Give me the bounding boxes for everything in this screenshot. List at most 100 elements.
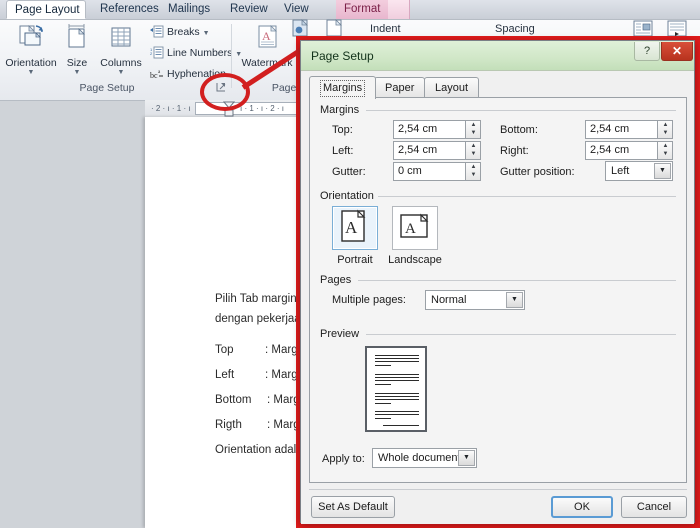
pages-group-caption: Pages bbox=[320, 274, 356, 286]
tab-paper-label: Paper bbox=[385, 82, 415, 94]
left-margin-stepper[interactable]: 2,54 cm ▲ ▼ bbox=[393, 141, 481, 160]
left-margin-label: Left: bbox=[332, 145, 354, 157]
columns-label: Columns bbox=[100, 57, 142, 69]
size-button[interactable]: Size ▼ bbox=[60, 23, 94, 76]
orientation-chevron-down-icon[interactable]: ▼ bbox=[4, 69, 58, 76]
right-margin-spin-down-icon[interactable]: ▼ bbox=[658, 150, 673, 158]
gutter-position-chevron-down-icon[interactable]: ▼ bbox=[654, 163, 671, 179]
gutter-spin-buttons[interactable]: ▲ ▼ bbox=[465, 163, 480, 180]
margins-tab-panel: Margins Top: 2,54 cm ▲ ▼ Bottom: 2,54 cm … bbox=[309, 97, 687, 483]
page-preview bbox=[365, 346, 427, 432]
ribbon-group-page-setup: Orientation ▼ Size ▼ Columns ▼ Breaks ▼ … bbox=[0, 19, 242, 97]
dialog-title-bar[interactable]: Page Setup ? ✕ bbox=[301, 41, 694, 71]
right-margin-spin-buttons[interactable]: ▲ ▼ bbox=[657, 142, 672, 159]
multiple-pages-select[interactable]: Normal ▼ bbox=[425, 290, 525, 310]
hyphenation-icon: bc a bbox=[150, 67, 164, 81]
spacing-label: Spacing bbox=[495, 23, 535, 35]
tab-margins[interactable]: Margins bbox=[309, 76, 377, 99]
doc-entry-left-key: Left bbox=[215, 369, 235, 381]
size-icon bbox=[60, 23, 94, 56]
set-as-default-button[interactable]: Set As Default bbox=[311, 496, 395, 518]
preview-group-caption: Preview bbox=[320, 328, 364, 340]
svg-text:A: A bbox=[405, 221, 416, 237]
bottom-margin-label: Bottom: bbox=[500, 124, 538, 136]
dialog-title-text: Page Setup bbox=[311, 49, 374, 63]
tab-mailings-label: Mailings bbox=[168, 3, 211, 15]
left-margin-value: 2,54 cm bbox=[398, 144, 438, 156]
breaks-icon bbox=[150, 25, 164, 39]
orientation-icon bbox=[4, 23, 58, 56]
ok-label: OK bbox=[574, 501, 590, 513]
page-color-icon bbox=[288, 19, 314, 42]
doc-entry-rigth-key: Rigth bbox=[215, 419, 242, 431]
top-margin-spin-up-icon[interactable]: ▲ bbox=[466, 121, 481, 129]
orientation-button[interactable]: Orientation ▼ bbox=[4, 23, 58, 76]
breaks-chevron-down-icon[interactable]: ▼ bbox=[203, 30, 210, 37]
top-margin-spin-down-icon[interactable]: ▼ bbox=[466, 129, 481, 137]
apply-to-label: Apply to: bbox=[322, 453, 365, 465]
breaks-button[interactable]: Breaks ▼ bbox=[150, 23, 210, 41]
page-setup-dialog[interactable]: Page Setup ? ✕ Margins Paper Layout Marg… bbox=[300, 40, 695, 524]
orientation-group-caption: Orientation bbox=[320, 190, 378, 202]
line-numbers-button[interactable]: 12 Line Numbers ▼ bbox=[150, 44, 242, 62]
right-margin-stepper[interactable]: 2,54 cm ▲ ▼ bbox=[585, 141, 673, 160]
top-margin-spin-buttons[interactable]: ▲ ▼ bbox=[465, 121, 480, 138]
cancel-button[interactable]: Cancel bbox=[621, 496, 687, 518]
orientation-landscape-label: Landscape bbox=[388, 254, 442, 266]
tab-format[interactable]: Format bbox=[336, 0, 389, 19]
tab-view[interactable]: View bbox=[276, 0, 317, 19]
columns-chevron-down-icon[interactable]: ▼ bbox=[96, 69, 146, 76]
tab-references[interactable]: References bbox=[92, 0, 167, 19]
bottom-margin-spin-buttons[interactable]: ▲ ▼ bbox=[657, 121, 672, 138]
size-chevron-down-icon[interactable]: ▼ bbox=[60, 69, 94, 76]
bottom-margin-spin-down-icon[interactable]: ▼ bbox=[658, 129, 673, 137]
doc-line-2: dengan pekerjaa bbox=[215, 313, 301, 325]
orientation-landscape-option[interactable]: A bbox=[392, 206, 438, 250]
tab-format-label: Format bbox=[344, 3, 381, 15]
top-margin-stepper[interactable]: 2,54 cm ▲ ▼ bbox=[393, 120, 481, 139]
orientation-portrait-label: Portrait bbox=[337, 254, 373, 266]
wrap-text-icon bbox=[664, 19, 690, 42]
tab-paper[interactable]: Paper bbox=[374, 77, 426, 98]
orientation-portrait-option[interactable]: A bbox=[332, 206, 378, 250]
apply-to-value: Whole document bbox=[378, 452, 461, 464]
doc-entry-top-key: Top bbox=[215, 344, 234, 356]
gutter-position-label: Gutter position: bbox=[500, 166, 575, 178]
svg-text:bc: bc bbox=[150, 71, 158, 80]
tab-layout[interactable]: Layout bbox=[424, 77, 480, 98]
dialog-body: Margins Paper Layout Margins Top: 2,54 c… bbox=[301, 71, 694, 524]
tab-page-layout[interactable]: Page Layout bbox=[6, 0, 86, 19]
breaks-label: Breaks bbox=[167, 26, 200, 38]
gutter-position-select[interactable]: Left ▼ bbox=[605, 161, 673, 181]
help-button[interactable]: ? bbox=[634, 42, 660, 61]
tab-mailings[interactable]: Mailings bbox=[160, 0, 218, 19]
orientation-label: Orientation bbox=[5, 57, 57, 69]
preview-group-rule bbox=[366, 334, 676, 335]
bottom-margin-spin-up-icon[interactable]: ▲ bbox=[658, 121, 673, 129]
close-icon[interactable]: ✕ bbox=[661, 42, 693, 61]
gutter-spin-down-icon[interactable]: ▼ bbox=[466, 171, 481, 179]
tab-review[interactable]: Review bbox=[222, 0, 276, 19]
tab-margins-label: Margins bbox=[320, 80, 366, 97]
cancel-label: Cancel bbox=[636, 501, 672, 513]
gutter-value: 0 cm bbox=[398, 165, 422, 177]
page-borders-icon bbox=[322, 19, 348, 42]
left-margin-spin-buttons[interactable]: ▲ ▼ bbox=[465, 142, 480, 159]
left-margin-spin-down-icon[interactable]: ▼ bbox=[466, 150, 481, 158]
right-margin-value: 2,54 cm bbox=[590, 144, 630, 156]
annotation-circle-dialog-launcher bbox=[200, 73, 250, 111]
ok-button[interactable]: OK bbox=[551, 496, 613, 518]
columns-button[interactable]: Columns ▼ bbox=[96, 23, 146, 76]
multiple-pages-label: Multiple pages: bbox=[332, 294, 406, 306]
indent-label: Indent bbox=[370, 23, 401, 35]
ribbon-tab-strip: Page Layout References Mailings Review V… bbox=[0, 0, 700, 20]
dialog-footer-divider bbox=[309, 489, 687, 490]
gutter-spin-up-icon[interactable]: ▲ bbox=[466, 163, 481, 171]
apply-to-chevron-down-icon[interactable]: ▼ bbox=[458, 450, 475, 466]
multiple-pages-chevron-down-icon[interactable]: ▼ bbox=[506, 292, 523, 308]
right-margin-spin-up-icon[interactable]: ▲ bbox=[658, 142, 673, 150]
apply-to-select[interactable]: Whole document ▼ bbox=[372, 448, 477, 468]
bottom-margin-stepper[interactable]: 2,54 cm ▲ ▼ bbox=[585, 120, 673, 139]
left-margin-spin-up-icon[interactable]: ▲ bbox=[466, 142, 481, 150]
gutter-stepper[interactable]: 0 cm ▲ ▼ bbox=[393, 162, 481, 181]
